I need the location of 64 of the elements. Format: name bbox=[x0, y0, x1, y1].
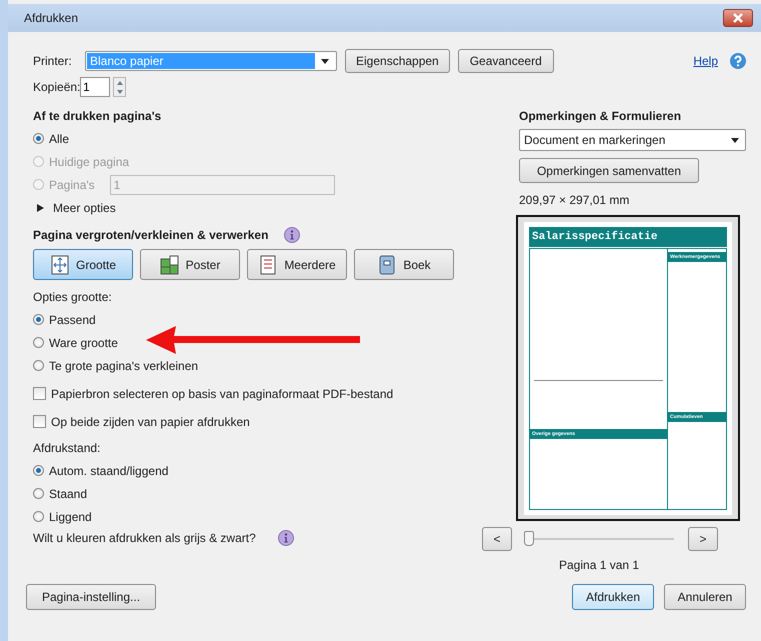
radio-button[interactable] bbox=[33, 360, 44, 371]
dialog-button[interactable]: Geavanceerd bbox=[458, 49, 554, 73]
radio-button[interactable] bbox=[33, 488, 44, 499]
radio-label[interactable]: Te grote pagina's verkleinen bbox=[49, 358, 198, 372]
radio-label[interactable]: Passend bbox=[49, 312, 96, 326]
caret-icon bbox=[321, 58, 329, 64]
radio-label[interactable]: Autom. staand/liggend bbox=[49, 464, 168, 478]
mode-button[interactable]: Grootte bbox=[33, 249, 133, 280]
section-heading: Opmerkingen & Formulieren bbox=[519, 109, 682, 123]
printer-value: Blanco papier bbox=[87, 53, 315, 69]
radio-button[interactable] bbox=[33, 511, 44, 522]
radio-label[interactable]: Staand bbox=[49, 486, 88, 500]
info-icon[interactable] bbox=[284, 227, 300, 243]
radio-label[interactable]: Liggend bbox=[49, 510, 92, 524]
info-icon[interactable] bbox=[278, 530, 294, 546]
section-heading: Pagina vergroten/verkleinen & verwerken bbox=[33, 228, 268, 242]
book-icon bbox=[377, 254, 398, 274]
tiles-icon bbox=[160, 254, 180, 274]
page-setup-button[interactable]: Pagina-instelling... bbox=[26, 584, 156, 610]
radio-button[interactable] bbox=[33, 465, 44, 476]
dialog-button[interactable]: Afdrukken bbox=[572, 584, 654, 610]
down-arrow-icon[interactable] bbox=[116, 90, 122, 94]
dialog-button[interactable]: Eigenschappen bbox=[345, 49, 450, 73]
mode-button[interactable]: Boek bbox=[354, 249, 454, 280]
checkbox-label[interactable]: Papierbron selecteren op basis van paginaformaat PDF-bestand bbox=[51, 386, 394, 400]
checkbox[interactable] bbox=[33, 387, 46, 400]
copies-field[interactable]: 1 bbox=[80, 77, 110, 97]
resize-page-icon bbox=[50, 254, 70, 274]
checkbox-label[interactable]: Op beide zijden van papier afdrukken bbox=[51, 414, 250, 428]
more-options-toggle[interactable]: Meer opties bbox=[53, 200, 116, 214]
caret-icon bbox=[731, 138, 739, 142]
slider-thumb[interactable] bbox=[524, 530, 534, 546]
previous-page-button[interactable]: < bbox=[482, 527, 512, 551]
radio-label[interactable]: Ware grootte bbox=[49, 336, 118, 350]
dialog-button[interactable]: Annuleren bbox=[664, 584, 746, 610]
mode-button[interactable]: Meerdere bbox=[247, 249, 347, 280]
section-heading: Af te drukken pagina's bbox=[33, 109, 162, 123]
grayscale-question: Wilt u kleuren afdrukken als grijs & zwart? bbox=[33, 531, 256, 545]
radio-button[interactable] bbox=[33, 337, 44, 348]
expand-icon[interactable] bbox=[37, 204, 44, 212]
printer-label: Printer: bbox=[33, 54, 73, 68]
orientation-label: Afdrukstand: bbox=[33, 440, 102, 457]
page-indicator: Pagina 1 van 1 bbox=[559, 558, 640, 572]
mode-button[interactable]: Poster bbox=[140, 249, 240, 280]
multiple-pages-icon bbox=[258, 254, 278, 274]
radio-button[interactable] bbox=[33, 314, 44, 325]
close-icon bbox=[732, 13, 744, 23]
dropdown-value: Document en markeringen bbox=[523, 133, 666, 147]
summarize-button[interactable]: Opmerkingen samenvatten bbox=[519, 158, 699, 183]
checkbox[interactable] bbox=[33, 415, 46, 428]
help-icon[interactable] bbox=[730, 53, 746, 69]
up-arrow-icon[interactable] bbox=[116, 80, 122, 84]
next-page-button[interactable]: > bbox=[688, 527, 718, 551]
window-title: Afdrukken bbox=[24, 11, 78, 25]
radio-label[interactable]: Alle bbox=[49, 132, 70, 146]
radio-button[interactable] bbox=[33, 133, 44, 144]
page-size-label: 209,97 × 297,01 mm bbox=[519, 193, 630, 207]
comments-dropdown[interactable]: Document en markeringen bbox=[519, 129, 746, 151]
document-title: Salarisspecificatie bbox=[532, 230, 658, 242]
size-options-label: Opties grootte: bbox=[33, 289, 113, 306]
spinner-control[interactable] bbox=[113, 77, 126, 97]
copies-label: Kopieën: bbox=[33, 80, 77, 94]
close-button[interactable] bbox=[723, 9, 753, 27]
help-link[interactable]: Help bbox=[693, 54, 718, 68]
